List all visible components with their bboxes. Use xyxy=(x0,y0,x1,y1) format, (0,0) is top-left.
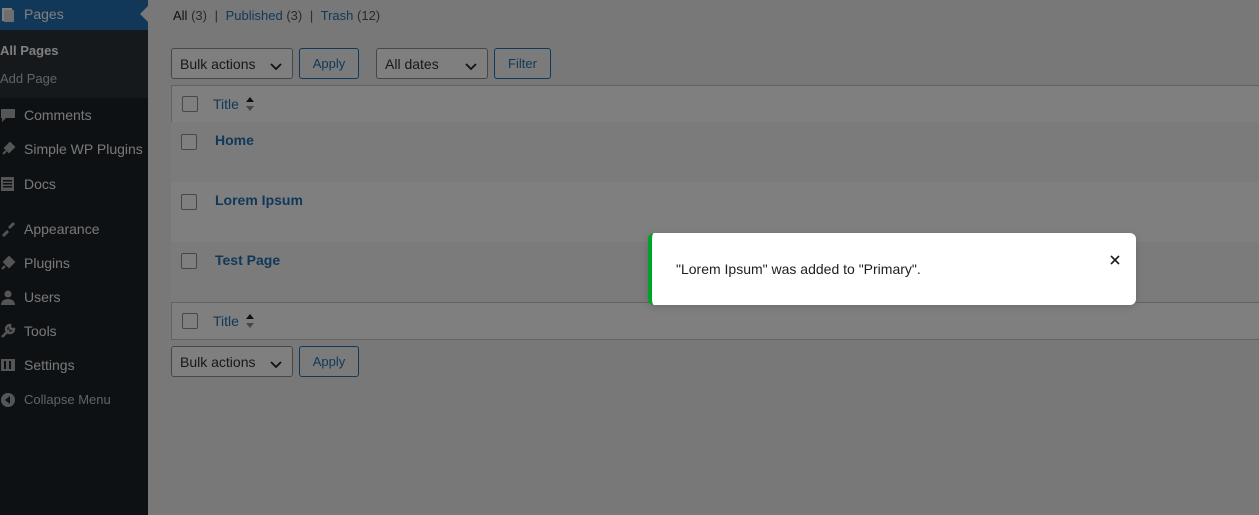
close-icon[interactable] xyxy=(1108,253,1122,267)
success-notification: "Lorem Ipsum" was added to "Primary". xyxy=(648,233,1136,305)
notification-message: "Lorem Ipsum" was added to "Primary". xyxy=(676,261,921,277)
